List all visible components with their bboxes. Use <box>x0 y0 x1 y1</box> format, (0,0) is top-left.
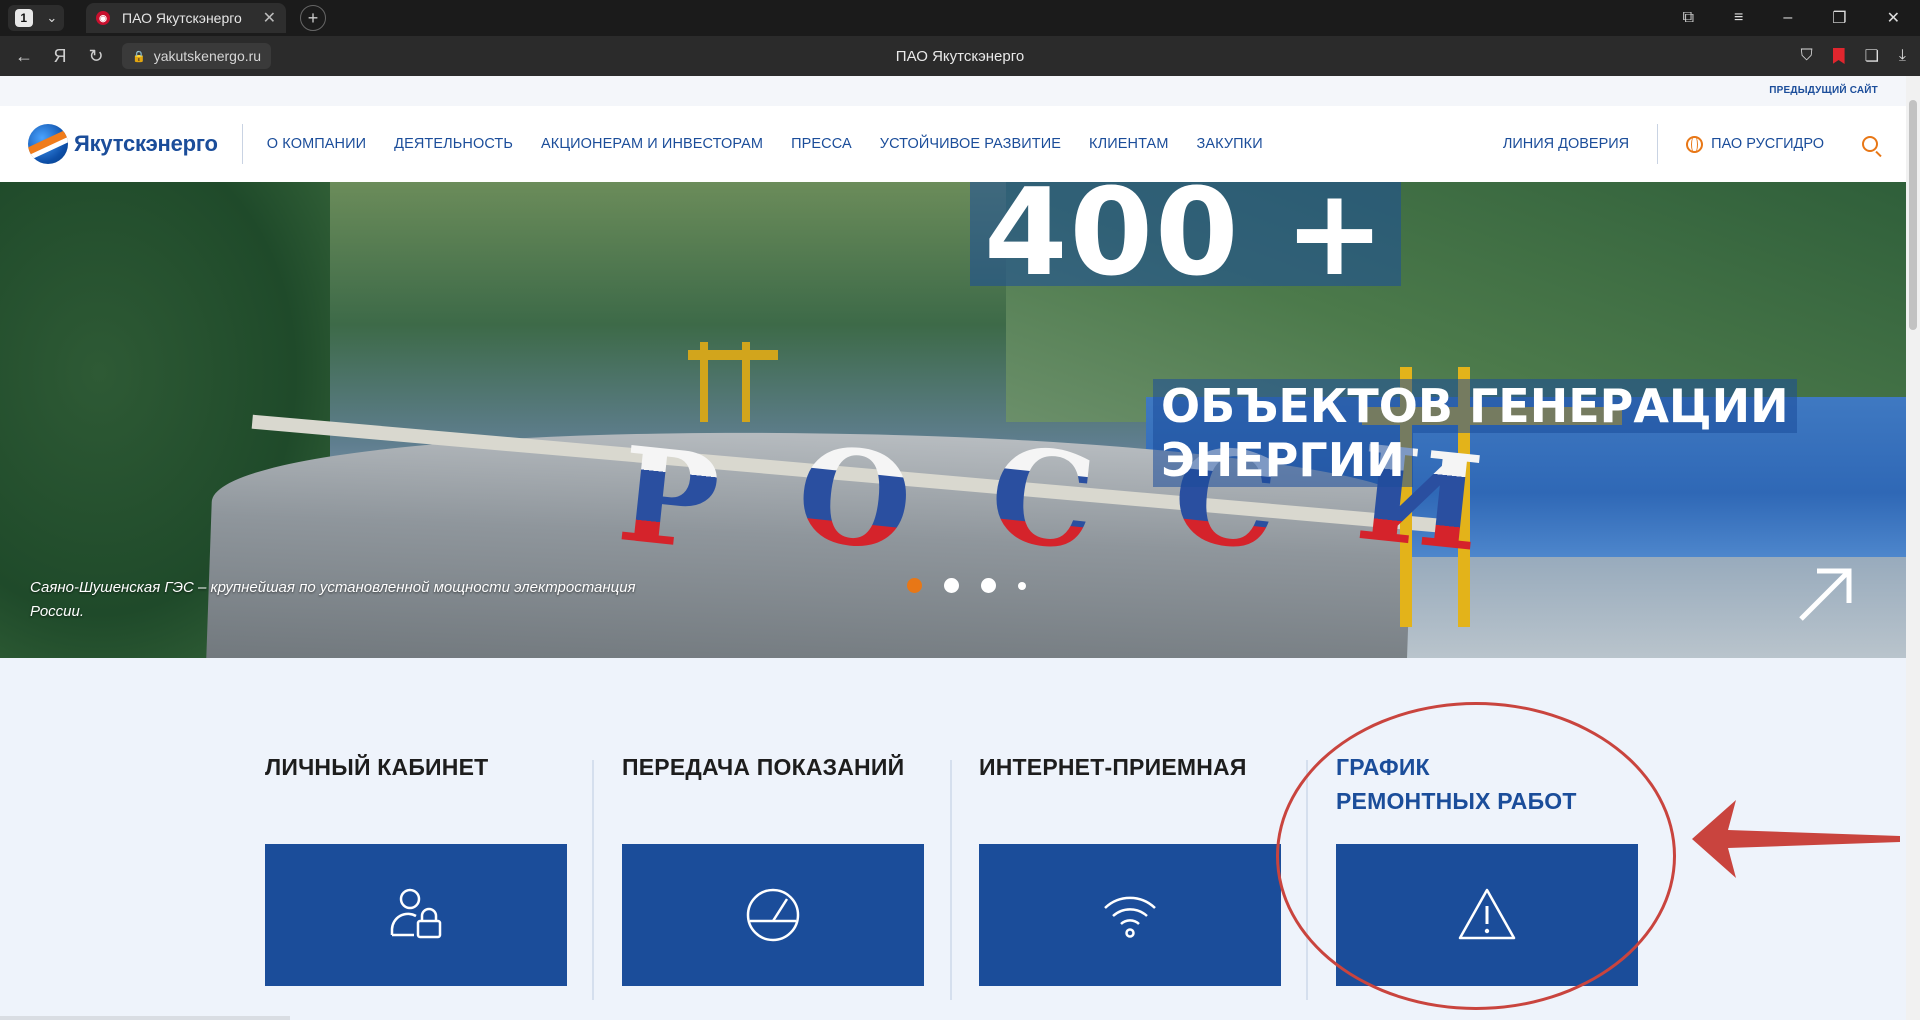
search-icon[interactable] <box>1862 136 1878 152</box>
service-title[interactable]: ПЕРЕДАЧА ПОКАЗАНИЙ <box>622 750 942 784</box>
divider <box>241 124 243 164</box>
url-text: yakutskenergo.ru <box>153 48 262 64</box>
menu-item-sustainability[interactable]: УСТОЙЧИВОЕ РАЗВИТИЕ <box>880 136 1061 152</box>
reload-icon[interactable]: ↻ <box>78 46 114 67</box>
globe-icon <box>1686 135 1704 153</box>
arrow-up-right-icon[interactable] <box>1795 565 1855 625</box>
divider <box>1657 124 1659 164</box>
service-title[interactable]: ГРАФИК РЕМОНТНЫХ РАБОТ <box>1336 750 1656 818</box>
browser-tabbar: 1 ⌄ ◉ ПАО Якутскэнерго ✕ + ⧉ ≡ – ❐ ✕ <box>0 0 1920 36</box>
site-header: Якутскэнерго О КОМПАНИИ ДЕЯТЕЛЬНОСТЬ АКЦ… <box>0 106 1906 182</box>
warning-icon <box>1458 888 1516 940</box>
service-title[interactable]: ЛИЧНЫЙ КАБИНЕТ <box>265 750 585 784</box>
yandex-icon[interactable]: Я <box>42 46 78 67</box>
collections-icon[interactable]: ⧉ <box>1683 9 1694 27</box>
back-icon[interactable]: ← <box>6 46 42 67</box>
wifi-icon <box>1104 896 1156 938</box>
slider-dot[interactable] <box>981 578 996 593</box>
hero-caption: Саяно-Шушенская ГЭС – крупнейшая по уста… <box>30 579 636 620</box>
menu-item-about[interactable]: О КОМПАНИИ <box>267 136 366 152</box>
status-strip <box>0 1016 290 1020</box>
slider-dots <box>907 578 1026 593</box>
gauge-icon <box>746 888 800 942</box>
service-title-line2: РЕМОНТНЫХ РАБОТ <box>1336 788 1577 814</box>
menu-item-activity[interactable]: ДЕЯТЕЛЬНОСТЬ <box>394 136 513 152</box>
lock-icon: 🔒 <box>132 50 146 63</box>
service-card-repair-schedule[interactable] <box>1336 844 1638 986</box>
url-field[interactable]: 🔒 yakutskenergo.ru <box>122 43 272 69</box>
divider <box>950 760 952 1000</box>
minimize-icon[interactable]: – <box>1783 9 1792 27</box>
new-tab-button[interactable]: + <box>300 5 326 31</box>
main-menu: О КОМПАНИИ ДЕЯТЕЛЬНОСТЬ АКЦИОНЕРАМ И ИНВ… <box>267 136 1263 152</box>
menu-item-press[interactable]: ПРЕССА <box>791 136 852 152</box>
prev-site-link[interactable]: ПРЕДЫДУЩИЙ САЙТ <box>1769 85 1878 96</box>
top-strip: ПРЕДЫДУЩИЙ САЙТ <box>0 76 1906 106</box>
protect-icon[interactable]: ⛉ <box>1801 47 1813 65</box>
service-title-line1: ГРАФИК <box>1336 754 1430 780</box>
annotation-arrow-icon <box>1692 800 1900 878</box>
downloads-icon[interactable]: ⤓ <box>1899 47 1906 65</box>
menu-icon[interactable]: ≡ <box>1734 9 1743 27</box>
hero-stat-line2: ЭНЕРГИИ <box>1153 433 1413 487</box>
browser-tab[interactable]: ◉ ПАО Якутскэнерго ✕ <box>86 3 286 33</box>
logo-text: Якутскэнерго <box>74 131 218 156</box>
bookmark-icon[interactable] <box>1832 48 1845 64</box>
menu-item-clients[interactable]: КЛИЕНТАМ <box>1089 136 1168 152</box>
tab-title: ПАО Якутскэнерго <box>122 10 242 26</box>
scrollbar-thumb[interactable] <box>1909 100 1917 330</box>
logo-globe-icon <box>28 124 68 164</box>
services-section: ЛИЧНЫЙ КАБИНЕТ ПЕРЕДАЧА ПОКАЗАНИЙ ИНТЕРН… <box>0 658 1906 1020</box>
page-scrollbar[interactable] <box>1906 76 1920 1020</box>
service-card-readings[interactable] <box>622 844 924 986</box>
slider-dot[interactable] <box>944 578 959 593</box>
slider-dot[interactable] <box>1018 581 1026 590</box>
user-lock-icon <box>390 888 442 939</box>
restore-icon[interactable]: ❐ <box>1832 8 1846 28</box>
page-title: ПАО Якутскэнерго <box>895 47 1025 65</box>
service-card-personal-account[interactable] <box>265 844 567 986</box>
dam-letter: С <box>983 417 1103 580</box>
browser-addressbar: ← Я ↻ 🔒 yakutskenergo.ru ПАО Якутскэнерг… <box>0 36 1920 76</box>
tab-counter[interactable]: 1 ⌄ <box>8 5 64 31</box>
header-right: ЛИНИЯ ДОВЕРИЯ ПАО РУСГИДРО <box>1503 106 1878 182</box>
collections-icon[interactable]: ❏ <box>1865 46 1879 66</box>
divider <box>1306 760 1308 1000</box>
divider <box>592 760 594 1000</box>
menu-item-investors[interactable]: АКЦИОНЕРАМ И ИНВЕСТОРАМ <box>541 136 763 152</box>
close-icon[interactable]: ✕ <box>263 8 276 28</box>
close-window-icon[interactable]: ✕ <box>1887 8 1900 28</box>
hero-stat-number: 400 + <box>970 182 1401 286</box>
hero-stat-line1: ОБЪЕКТОВ ГЕНЕРАЦИИ <box>1153 379 1797 433</box>
dam-letter: О <box>790 416 919 581</box>
favicon-icon: ◉ <box>96 11 110 25</box>
menu-item-procurement[interactable]: ЗАКУПКИ <box>1197 136 1263 152</box>
service-card-reception[interactable] <box>979 844 1281 986</box>
rushydro-link[interactable]: ПАО РУСГИДРО <box>1711 136 1824 152</box>
slider-dot[interactable] <box>907 578 922 593</box>
page-viewport: ПРЕДЫДУЩИЙ САЙТ Якутскэнерго О КОМПАНИИ … <box>0 76 1920 1020</box>
dam-letter: Р <box>612 417 726 580</box>
trust-line-link[interactable]: ЛИНИЯ ДОВЕРИЯ <box>1503 136 1629 152</box>
site-logo[interactable]: Якутскэнерго <box>28 124 218 164</box>
hero-crane-small <box>688 342 778 422</box>
tab-count: 1 <box>14 9 33 27</box>
service-title[interactable]: ИНТЕРНЕТ-ПРИЕМНАЯ <box>979 750 1299 784</box>
chevron-down-icon: ⌄ <box>46 10 58 25</box>
